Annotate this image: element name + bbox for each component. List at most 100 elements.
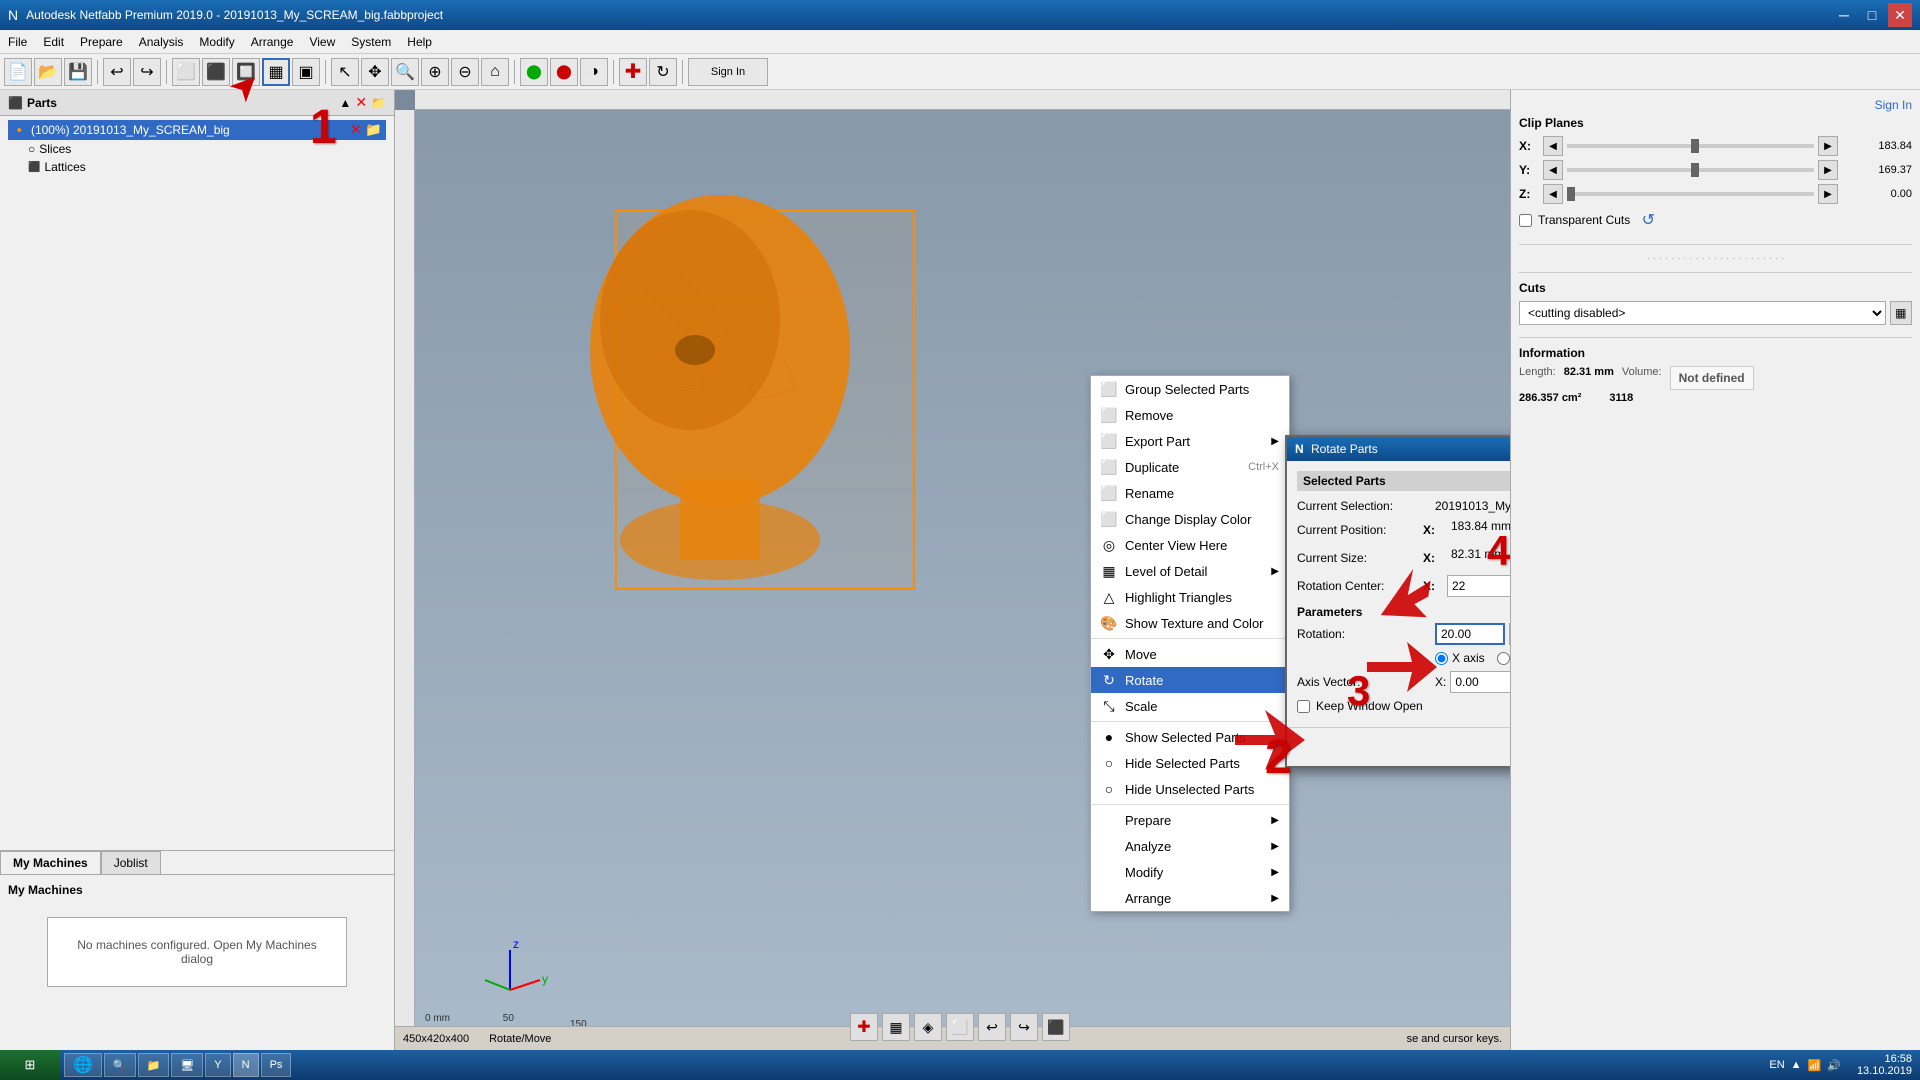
- ctx-duplicate[interactable]: ⬜ Duplicate Ctrl+X: [1091, 454, 1289, 480]
- ctx-rotate[interactable]: ↻ Rotate: [1091, 667, 1289, 693]
- ctx-remove[interactable]: ⬜ Remove: [1091, 402, 1289, 428]
- cuts-dropdown[interactable]: <cutting disabled>: [1519, 301, 1886, 325]
- taskbar-items: 🌐 🔍 📁 🖥 Y N Ps: [60, 1053, 1761, 1077]
- ctx-analyze[interactable]: Analyze ▶: [1091, 833, 1289, 859]
- tab-my-machines[interactable]: My Machines: [0, 851, 101, 874]
- tb-pan[interactable]: ✥: [361, 58, 389, 86]
- tree-item-part[interactable]: 🔸 (100%) 20191013_My_SCREAM_big ✕ 📁: [8, 120, 386, 140]
- menu-system[interactable]: System: [343, 33, 399, 51]
- menu-view[interactable]: View: [301, 33, 343, 51]
- ctx-move[interactable]: ✥ Move: [1091, 641, 1289, 667]
- parts-collapse[interactable]: ▲: [339, 94, 351, 111]
- clip-z-right-btn[interactable]: ▶: [1818, 184, 1838, 204]
- ctx-prepare[interactable]: Prepare ▶: [1091, 807, 1289, 833]
- ctx-show-texture[interactable]: 🎨 Show Texture and Color: [1091, 610, 1289, 636]
- menu-modify[interactable]: Modify: [191, 33, 242, 51]
- tb-part-view5[interactable]: ▣: [292, 58, 320, 86]
- taskbar-item-ps[interactable]: Ps: [261, 1053, 292, 1077]
- ctx-hide-sel[interactable]: ○ Hide Selected Parts: [1091, 750, 1289, 776]
- tb-rotate[interactable]: ↻: [649, 58, 677, 86]
- taskbar-item-5[interactable]: Y: [205, 1053, 230, 1077]
- signin-button[interactable]: Sign In: [1875, 98, 1912, 112]
- tb-part-view[interactable]: ⬜: [172, 58, 200, 86]
- ctx-modify[interactable]: Modify ▶: [1091, 859, 1289, 885]
- transparent-cuts-checkbox[interactable]: [1519, 214, 1532, 227]
- start-button[interactable]: ⊞: [0, 1050, 60, 1080]
- close-button[interactable]: ✕: [1888, 3, 1912, 27]
- tab-joblist[interactable]: Joblist: [101, 851, 161, 874]
- cuts-icon-btn[interactable]: ▦: [1890, 301, 1912, 325]
- parts-expand[interactable]: 📁: [371, 94, 386, 111]
- clip-y-left-btn[interactable]: ◀: [1543, 160, 1563, 180]
- tree-expand-part[interactable]: 📁: [365, 122, 382, 138]
- ctx-change-color[interactable]: ⬜ Change Display Color: [1091, 506, 1289, 532]
- tb-green[interactable]: ⬤: [520, 58, 548, 86]
- tb-add-part[interactable]: ✚: [619, 58, 647, 86]
- ctx-lod[interactable]: ▦ Level of Detail ▶: [1091, 558, 1289, 584]
- tb-part-view4[interactable]: ▦: [262, 58, 290, 86]
- tb-zoom2[interactable]: ⊕: [421, 58, 449, 86]
- taskbar-item-netfabb[interactable]: N: [233, 1053, 259, 1077]
- clip-x-slider[interactable]: [1567, 144, 1814, 148]
- rotate-center-x[interactable]: [1447, 575, 1510, 597]
- radio-y-axis[interactable]: Y axis: [1497, 651, 1510, 665]
- maximize-button[interactable]: □: [1860, 3, 1884, 27]
- clip-z-thumb[interactable]: [1567, 187, 1575, 201]
- taskbar-item-1[interactable]: 🌐: [64, 1053, 102, 1077]
- tree-close-part[interactable]: ✕: [350, 122, 361, 138]
- tb-zoom3[interactable]: ⊖: [451, 58, 479, 86]
- refresh-btn[interactable]: ↺: [1636, 208, 1660, 232]
- ctx-export[interactable]: ⬜ Export Part ▶: [1091, 428, 1289, 454]
- rotation-value-input[interactable]: [1435, 623, 1505, 645]
- tb-new[interactable]: 📄: [4, 58, 32, 86]
- parts-close[interactable]: ✕: [355, 94, 367, 111]
- tb-part-view2[interactable]: ⬛: [202, 58, 230, 86]
- ctx-scale[interactable]: ⤡ Scale: [1091, 693, 1289, 719]
- ctx-arrange[interactable]: Arrange ▶: [1091, 885, 1289, 911]
- ctx-rename[interactable]: ⬜ Rename: [1091, 480, 1289, 506]
- clip-y-thumb[interactable]: [1691, 163, 1699, 177]
- keep-window-checkbox[interactable]: [1297, 700, 1310, 713]
- tb-half[interactable]: ◑: [580, 58, 608, 86]
- clip-x-left-btn[interactable]: ◀: [1543, 136, 1563, 156]
- tb-zoom[interactable]: 🔍: [391, 58, 419, 86]
- clip-x-right-btn[interactable]: ▶: [1818, 136, 1838, 156]
- tb-undo[interactable]: ↩: [103, 58, 131, 86]
- tb-redo[interactable]: ↪: [133, 58, 161, 86]
- tb-cursor[interactable]: ↖: [331, 58, 359, 86]
- taskbar-clock[interactable]: 16:58 13.10.2019: [1849, 1053, 1920, 1077]
- clip-y-slider[interactable]: [1567, 168, 1814, 172]
- clip-z-slider[interactable]: [1567, 192, 1814, 196]
- tree-item-slices[interactable]: ○ Slices: [8, 140, 386, 158]
- menu-file[interactable]: File: [0, 33, 35, 51]
- tb-save[interactable]: 💾: [64, 58, 92, 86]
- tb-red[interactable]: ⬤: [550, 58, 578, 86]
- radio-x-axis[interactable]: X axis: [1435, 651, 1485, 665]
- angle-45-btn[interactable]: 45°: [1509, 623, 1510, 645]
- taskbar-item-4[interactable]: 🖥: [171, 1053, 203, 1077]
- minimize-button[interactable]: ─: [1832, 3, 1856, 27]
- tree-item-lattices[interactable]: ⬛ Lattices: [8, 158, 386, 176]
- tb-sign-in[interactable]: Sign In: [688, 58, 768, 86]
- menu-arrange[interactable]: Arrange: [243, 33, 302, 51]
- clip-y-right-btn[interactable]: ▶: [1818, 160, 1838, 180]
- tb-open[interactable]: 📂: [34, 58, 62, 86]
- taskbar-item-2[interactable]: 🔍: [104, 1053, 136, 1077]
- menu-prepare[interactable]: Prepare: [72, 33, 131, 51]
- menu-edit[interactable]: Edit: [35, 33, 72, 51]
- menu-help[interactable]: Help: [399, 33, 440, 51]
- viewport[interactable]: z y 0 mm 50 150 450x420x400 Rotate/Move …: [395, 90, 1510, 1050]
- clip-x-thumb[interactable]: [1691, 139, 1699, 153]
- taskbar-item-3[interactable]: 📁: [138, 1053, 170, 1077]
- clip-z-left-btn[interactable]: ◀: [1543, 184, 1563, 204]
- tb-home[interactable]: ⌂: [481, 58, 509, 86]
- ctx-show-sel[interactable]: ● Show Selected Parts: [1091, 724, 1289, 750]
- ctx-center-view[interactable]: ◎ Center View Here: [1091, 532, 1289, 558]
- menu-analysis[interactable]: Analysis: [131, 33, 192, 51]
- av-x-input[interactable]: [1450, 671, 1510, 693]
- tb-part-view3[interactable]: 🔲: [232, 58, 260, 86]
- ctx-highlight[interactable]: △ Highlight Triangles: [1091, 584, 1289, 610]
- ctx-group-selected[interactable]: ⬜ Group Selected Parts: [1091, 376, 1289, 402]
- cuts-title: Cuts: [1519, 281, 1912, 295]
- ctx-hide-unsel[interactable]: ○ Hide Unselected Parts: [1091, 776, 1289, 802]
